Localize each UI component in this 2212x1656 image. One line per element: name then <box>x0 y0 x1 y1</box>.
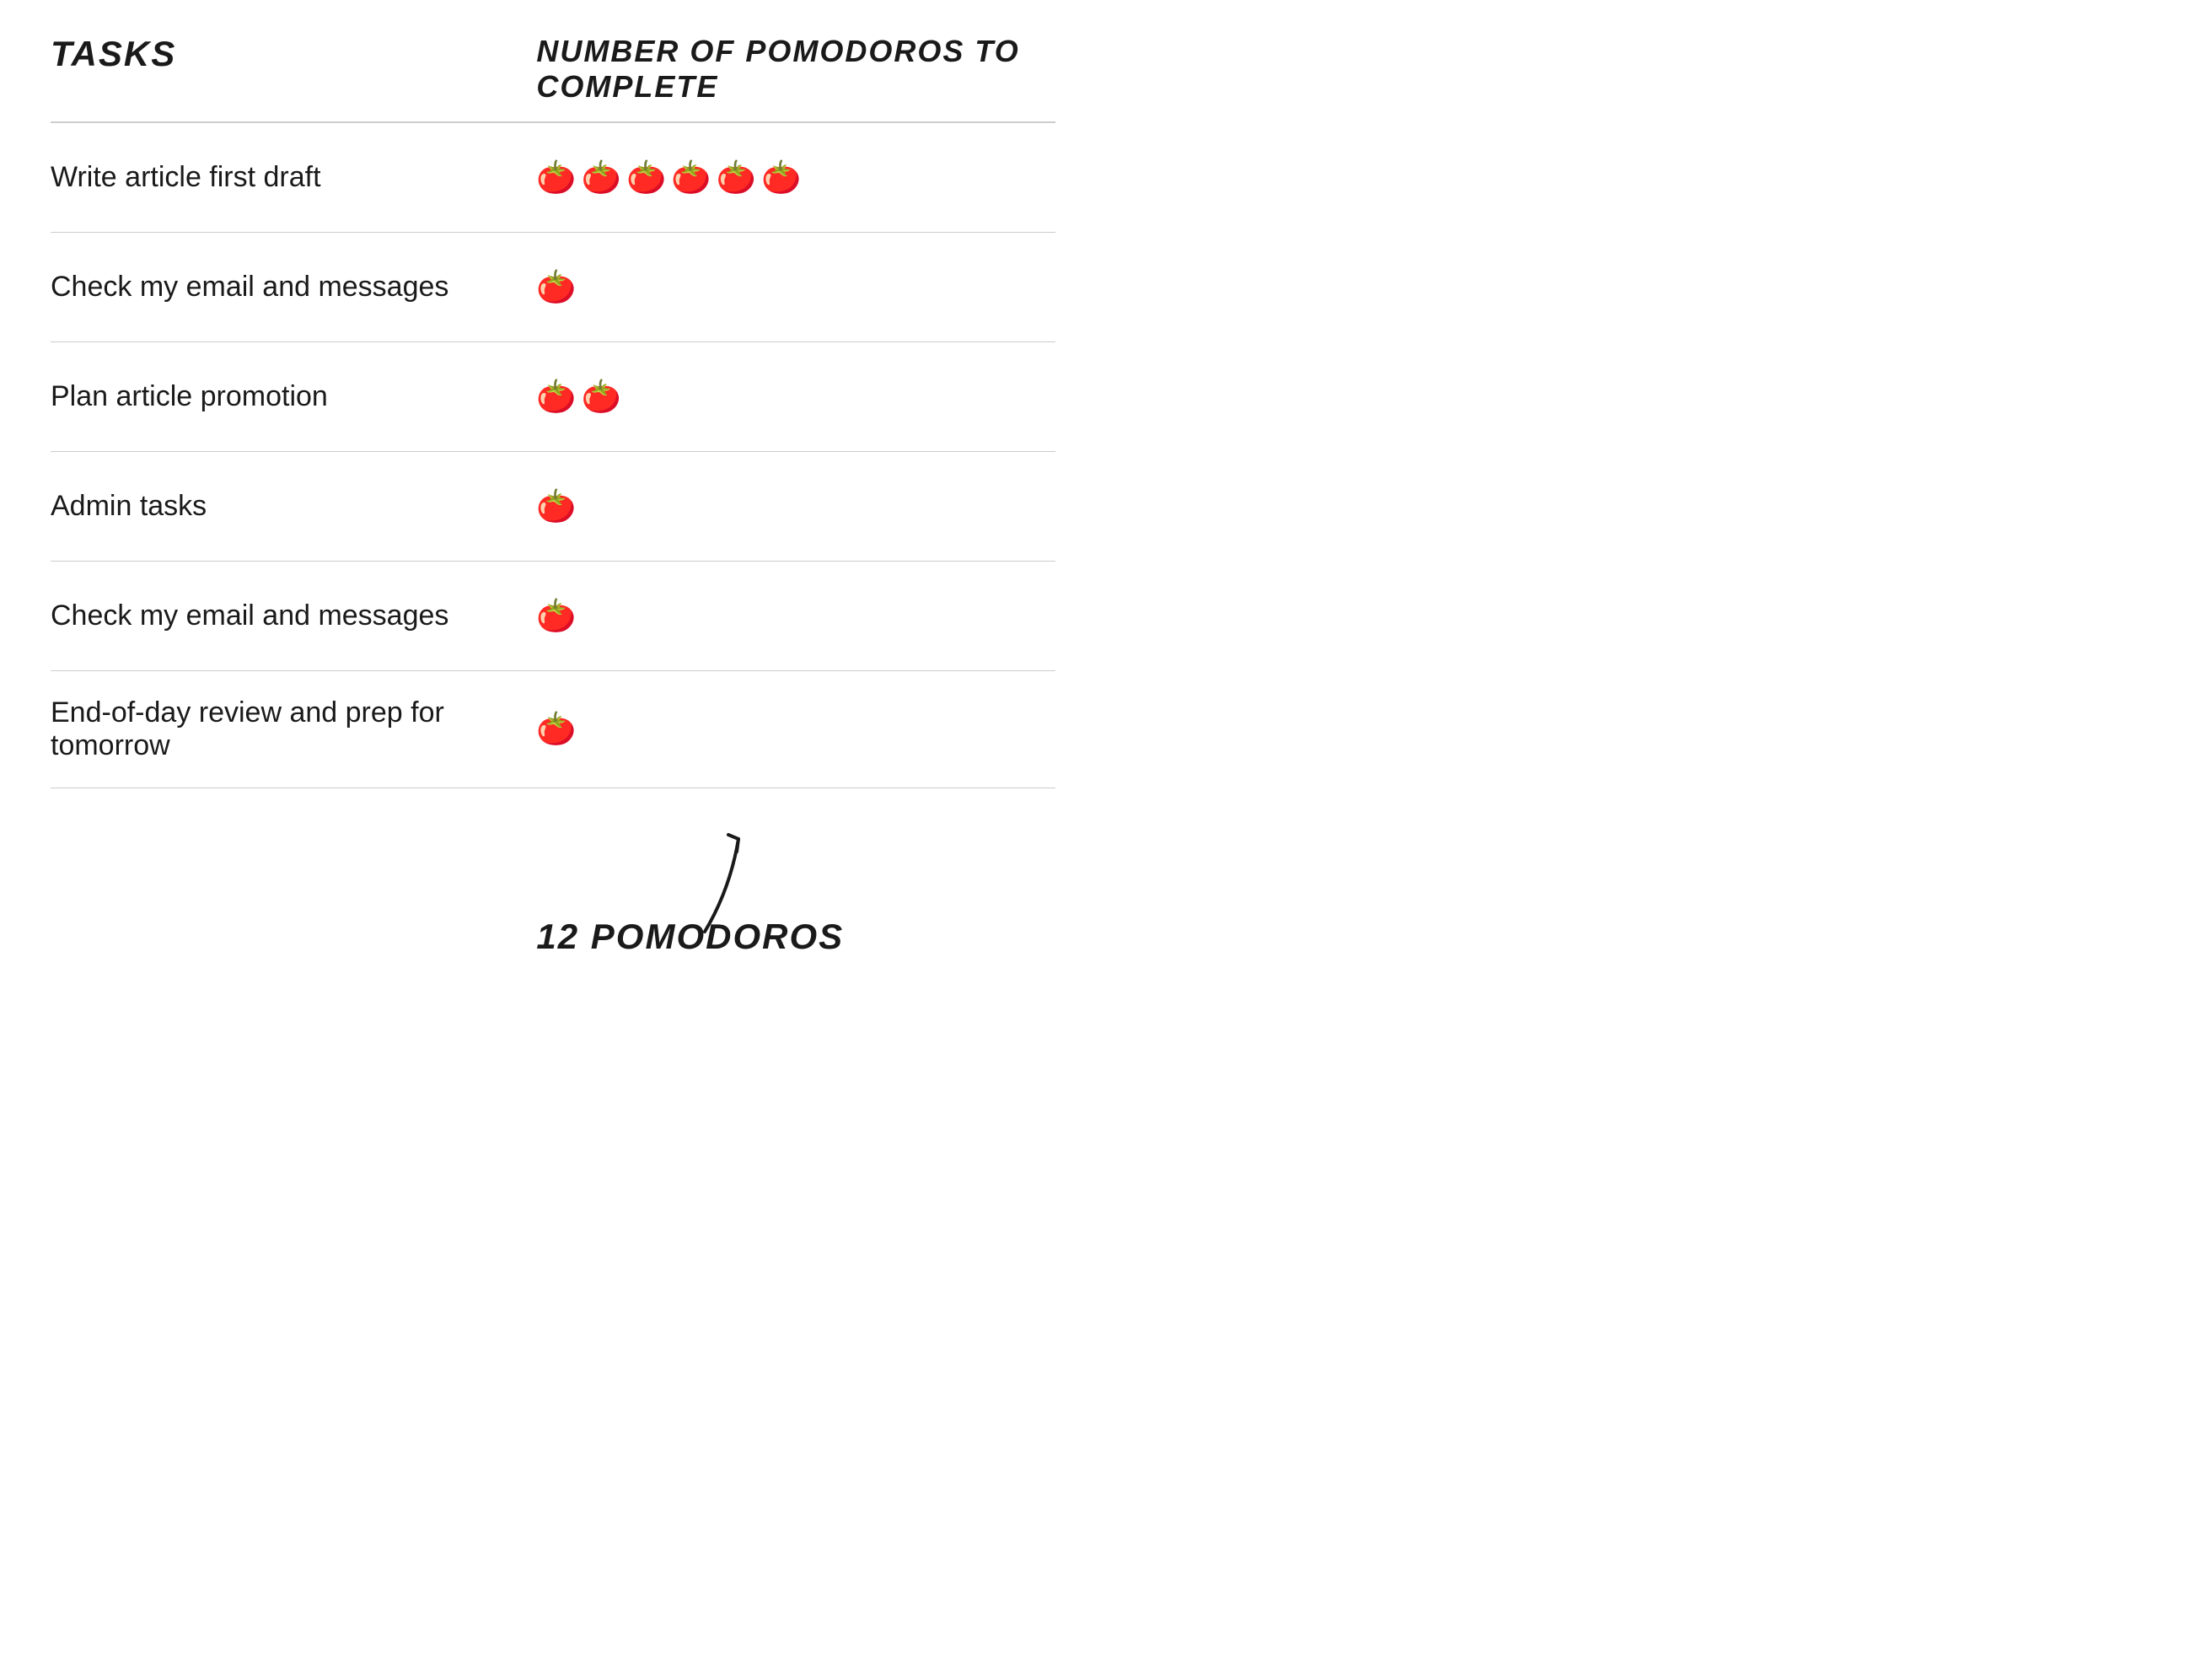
tomato-icon: 🍅 <box>536 272 576 304</box>
summary-right: 12 POMODOROS <box>502 805 1055 957</box>
tomato-icon: 🍅 <box>536 491 576 523</box>
tomato-icon: 🍅 <box>671 162 711 194</box>
tomato-icon: 🍅 <box>536 600 576 632</box>
pomodoro-cell: 🍅 <box>502 272 1055 304</box>
pomodoro-cell: 🍅🍅🍅🍅🍅🍅 <box>502 162 1055 194</box>
tomato-icon: 🍅 <box>536 713 576 745</box>
table-row: Check my email and messages 🍅 <box>51 233 1055 342</box>
pomodoro-cell: 🍅 <box>502 600 1055 632</box>
task-name: Write article first draft <box>51 136 502 219</box>
task-name: Plan article promotion <box>51 355 502 438</box>
task-name: Check my email and messages <box>51 574 502 658</box>
table-row: Admin tasks 🍅 <box>51 452 1055 562</box>
pomodoro-cell: 🍅🍅 <box>502 381 1055 413</box>
table-row: Write article first draft🍅🍅🍅🍅🍅🍅 <box>51 123 1055 233</box>
tasks-column-header: TASKS <box>51 34 502 105</box>
tomato-icon: 🍅 <box>536 381 576 413</box>
pomodoro-table: TASKS NUMBER OF POMODOROS TO COMPLETE Wr… <box>51 34 1055 957</box>
summary-left <box>51 805 502 957</box>
tomato-icon: 🍅 <box>761 162 801 194</box>
table-row: End-of-day review and prep for tomorrow 🍅 <box>51 671 1055 788</box>
tomato-icon: 🍅 <box>582 381 621 413</box>
table-header: TASKS NUMBER OF POMODOROS TO COMPLETE <box>51 34 1055 123</box>
table-row: Check my email and messages 🍅 <box>51 562 1055 671</box>
tomato-icon: 🍅 <box>582 162 621 194</box>
tomato-icon: 🍅 <box>626 162 666 194</box>
summary-section: 12 POMODOROS <box>51 805 1055 957</box>
task-name: Admin tasks <box>51 465 502 548</box>
pomodoro-cell: 🍅 <box>502 491 1055 523</box>
pomodoros-column-header: NUMBER OF POMODOROS TO COMPLETE <box>502 34 1055 105</box>
tomato-icon: 🍅 <box>536 162 576 194</box>
tomato-icon: 🍅 <box>717 162 756 194</box>
task-name: Check my email and messages <box>51 245 502 329</box>
table-body: Write article first draft🍅🍅🍅🍅🍅🍅Check my … <box>51 123 1055 788</box>
total-pomodoros-label: 12 POMODOROS <box>536 917 844 957</box>
pomodoro-cell: 🍅 <box>502 713 1055 745</box>
table-row: Plan article promotion🍅🍅 <box>51 342 1055 452</box>
arrow-container: 12 POMODOROS <box>536 805 1055 957</box>
task-name: End-of-day review and prep for tomorrow <box>51 671 502 788</box>
